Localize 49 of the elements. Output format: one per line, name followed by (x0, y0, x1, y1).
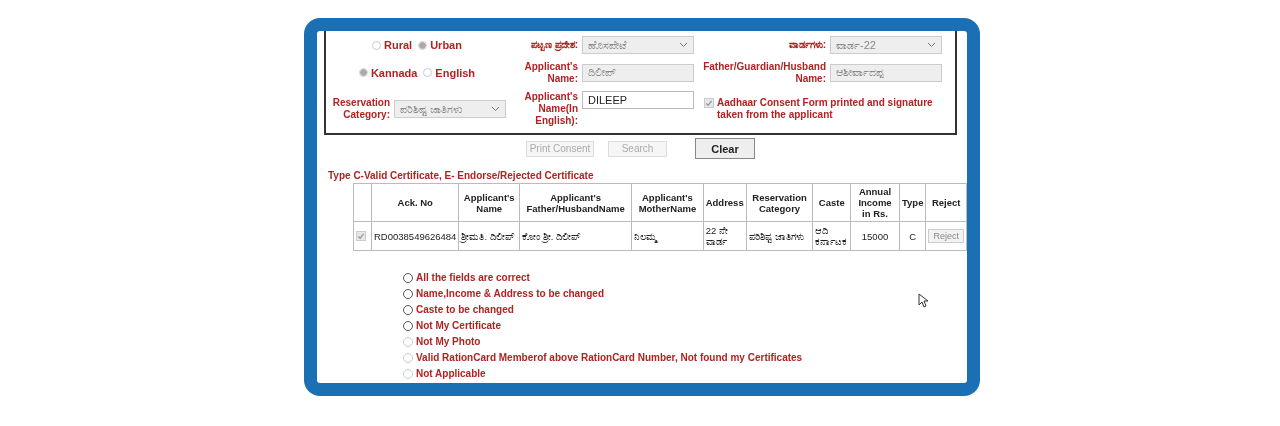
option-label: All the fields are correct (416, 272, 530, 283)
chevron-icon (679, 42, 688, 48)
table-cell: 15000 (850, 221, 900, 251)
option-label: Not My Photo (416, 336, 481, 347)
column-header: Address (703, 183, 747, 222)
table-cell: 22 ನೇ ವಾರ್ಡ (703, 221, 747, 251)
radio-button[interactable] (403, 304, 413, 315)
field-label: ಪಟ್ಟಣ ಪ್ರದೇಶ: (529, 39, 578, 51)
column-header: Annual Income in Rs. (850, 183, 900, 222)
table-cell: ಆದಿ ಕರ್ನಾಟಕ (812, 221, 851, 251)
radio-label: English (435, 66, 476, 79)
option-label: Name,Income & Address to be changed (416, 288, 604, 299)
checkbox-label: Aadhaar Consent Form printed and signature taken from the applicant (717, 97, 934, 121)
english-name-field[interactable]: DILEEP (582, 91, 694, 109)
field-label: Reservation Category: (331, 97, 390, 121)
column-header: Applicant's Father/HusbandName (519, 183, 632, 222)
field-label: Applicant's Name: (523, 60, 578, 85)
option-label: Caste to be changed (416, 304, 514, 315)
table-cell: ಶ್ರೀಮತಿ. ದಿಲೀಪ್ (458, 221, 520, 251)
radio-button[interactable] (403, 288, 413, 299)
legend-text: Type C-Valid Certificate, E- Endorse/Rejected Certificate (328, 170, 595, 181)
column-header: Applicant's Name (458, 183, 520, 222)
field-label: Father/Guardian/Husband Name: (702, 60, 826, 85)
chevron-icon (927, 42, 936, 48)
table-cell: C (899, 221, 926, 251)
pointer-icon (918, 293, 928, 308)
column-header: Caste (812, 183, 851, 222)
checkbox[interactable] (356, 231, 366, 241)
table-cell: RD0038549626484 (371, 221, 459, 251)
radio-label: Urban (430, 39, 462, 51)
field-label: Applicant's Name(In English): (523, 91, 578, 127)
radio-button[interactable] (403, 320, 413, 331)
option-label: Valid RationCard Memberof above RationCard Number, Not found my Certificates (416, 352, 803, 363)
option-label: Not Applicable (416, 368, 486, 379)
radio-label: Rural (384, 39, 413, 51)
action-button[interactable]: Clear (695, 138, 755, 159)
radio-button[interactable] (403, 272, 413, 283)
column-header: Ack. No (371, 183, 459, 222)
radio-label: Kannada (370, 66, 418, 79)
table-cell: ನಿಲಮ್ಮ (631, 221, 704, 251)
chevron-icon (491, 106, 500, 112)
column-header: Reservation Category (746, 183, 813, 222)
field-label: ವಾರ್ಡಗಳು: (787, 39, 826, 51)
table-cell: ಕೋಂ ಶ್ರೀ. ದಿಲೀಪ್ (519, 221, 632, 251)
column-header: Applicant's MotherName (631, 183, 704, 222)
column-header: Type (899, 183, 926, 222)
table-cell: ಪರಿಶಿಷ್ಟ ಜಾತಿಗಳು (746, 221, 813, 251)
option-label: Not My Certificate (416, 320, 501, 331)
column-header: Reject (925, 183, 967, 222)
